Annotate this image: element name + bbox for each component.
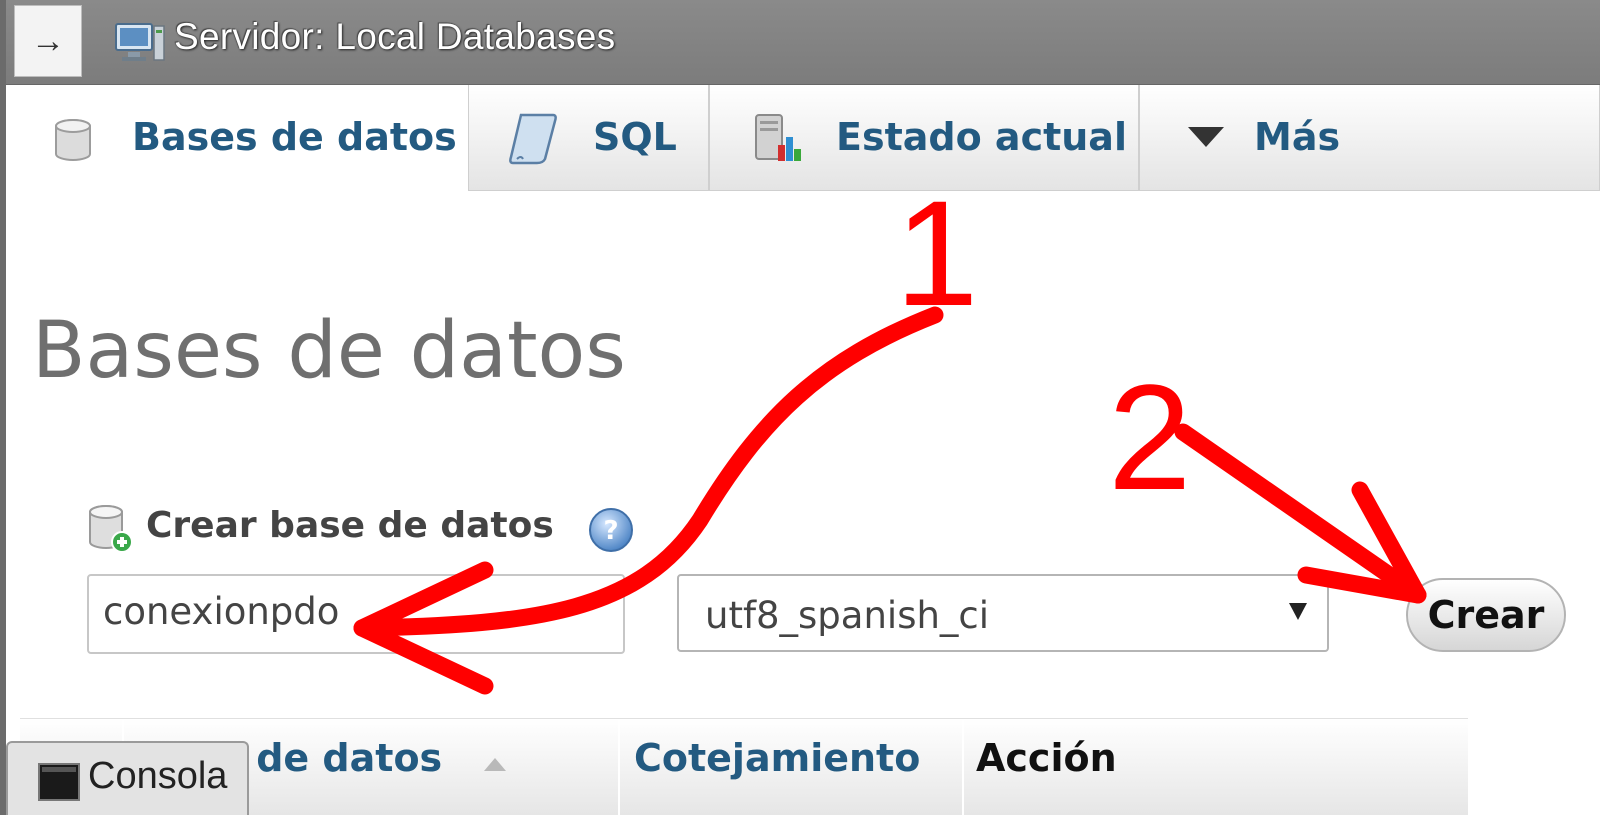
- annotation-step-2: 2: [1108, 353, 1192, 521]
- tab-sql[interactable]: SQL: [468, 85, 709, 191]
- tab-label: Estado actual: [836, 115, 1127, 159]
- column-separator: [962, 719, 964, 815]
- create-database-icon: [89, 505, 133, 553]
- collation-selected-value: utf8_spanish_ci: [705, 594, 990, 637]
- column-separator: [618, 719, 620, 815]
- console-tab[interactable]: Consola: [6, 741, 249, 815]
- console-icon: [38, 763, 80, 801]
- column-header-action: Acción: [976, 736, 1117, 780]
- column-header-collation[interactable]: Cotejamiento: [634, 736, 920, 780]
- sort-ascending-icon[interactable]: [482, 755, 508, 773]
- server-icon: [115, 23, 165, 61]
- tab-bases-de-datos[interactable]: Bases de datos: [6, 85, 468, 191]
- database-name-input[interactable]: conexionpdo: [87, 574, 625, 654]
- tab-label: Bases de datos: [132, 115, 457, 159]
- svg-text:?: ?: [603, 516, 618, 546]
- database-icon: [55, 119, 91, 161]
- tab-bar: Bases de datos SQL Estado actual Más: [6, 85, 1600, 191]
- dropdown-arrow-icon: [1289, 603, 1307, 620]
- annotation-arrow-2: [1174, 423, 1427, 604]
- annotation-step-1: 1: [895, 169, 979, 337]
- sql-scroll-icon: [509, 113, 557, 165]
- tab-mas[interactable]: Más: [1139, 85, 1600, 191]
- help-icon[interactable]: ?: [587, 506, 635, 554]
- server-title: Servidor: Local Databases: [174, 16, 616, 57]
- triangle-down-icon: [1188, 127, 1224, 147]
- page-title: Bases de datos: [32, 306, 626, 396]
- create-database-button[interactable]: Crear: [1406, 578, 1566, 652]
- collation-select[interactable]: utf8_spanish_ci: [677, 574, 1329, 652]
- tab-label: Más: [1254, 115, 1341, 159]
- status-chart-icon: [755, 114, 801, 161]
- console-label: Consola: [88, 755, 228, 797]
- create-database-label: Crear base de datos: [146, 505, 554, 546]
- server-topbar: → Servidor: Local Databases: [6, 0, 1600, 85]
- collapse-navigation-button[interactable]: →: [14, 5, 82, 77]
- tab-label: SQL: [593, 115, 677, 159]
